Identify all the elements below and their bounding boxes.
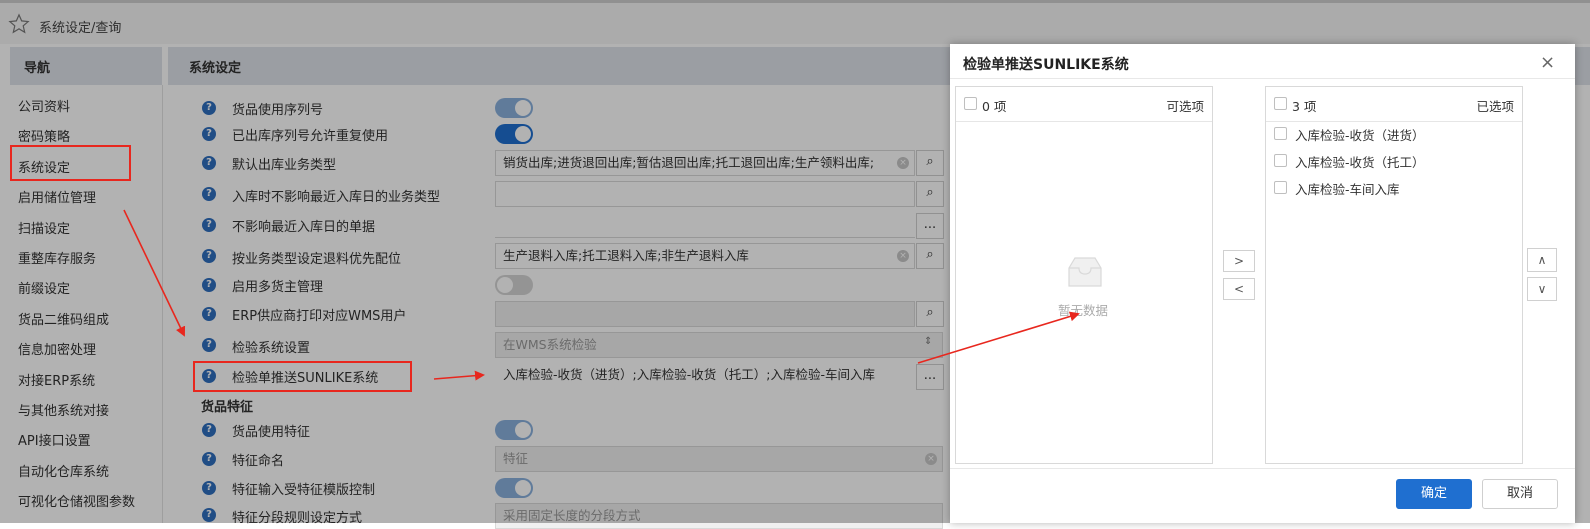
annotation-arrow xyxy=(123,209,186,337)
annotation-arrows xyxy=(123,209,1080,381)
annotation-arrow xyxy=(433,370,485,381)
annotation-arrow xyxy=(917,311,1080,364)
